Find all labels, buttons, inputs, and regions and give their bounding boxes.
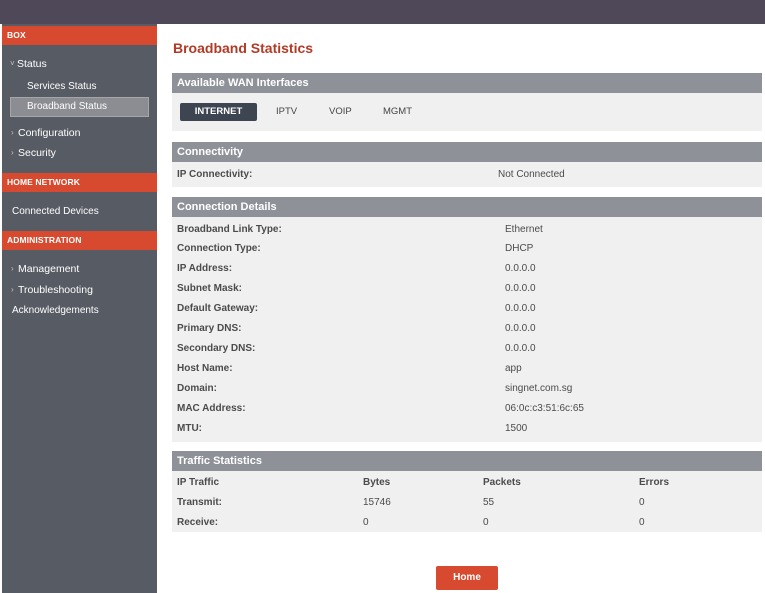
detail-value: 06:0c:c3:51:6c:65 — [505, 403, 584, 414]
detail-value: app — [505, 363, 522, 374]
detail-value: 0.0.0.0 — [505, 323, 536, 334]
detail-value: 0.0.0.0 — [505, 303, 536, 314]
chevron-right-icon: › — [11, 285, 14, 294]
chevron-right-icon: › — [11, 128, 14, 137]
detail-value: DHCP — [505, 243, 534, 254]
detail-label: Primary DNS: — [177, 323, 242, 334]
chevron-right-icon: › — [11, 264, 14, 273]
sidebar: BOX ˅ Status Services Status Broadband St… — [2, 24, 157, 593]
connectivity-header: Connectivity — [172, 142, 762, 162]
page-title: Broadband Statistics — [173, 40, 314, 56]
ip-connectivity-label: IP Connectivity: — [177, 169, 253, 180]
connectivity-panel — [172, 162, 762, 187]
wan-interfaces-panel — [172, 93, 762, 131]
column-header: IP Traffic — [177, 477, 220, 488]
sidebar-item-broadband-status[interactable]: Broadband Status — [10, 97, 149, 117]
detail-value: 0.0.0.0 — [505, 263, 536, 274]
sidebar-item-connected-devices[interactable]: Connected Devices — [12, 205, 99, 219]
sidebar-header-box: BOX — [2, 26, 157, 45]
detail-label: Default Gateway: — [177, 303, 259, 314]
traffic-statistics-header: Traffic Statistics — [172, 451, 762, 471]
chevron-down-icon: ˅ — [10, 59, 15, 68]
wan-interfaces-header: Available WAN Interfaces — [172, 73, 762, 93]
detail-label: Broadband Link Type: — [177, 224, 282, 235]
sidebar-item-configuration[interactable]: › Configuration — [11, 126, 80, 140]
detail-label: Connection Type: — [177, 243, 261, 254]
detail-value: Ethernet — [505, 224, 543, 235]
detail-label: MAC Address: — [177, 403, 246, 414]
chevron-right-icon: › — [11, 148, 14, 157]
detail-label: MTU: — [177, 423, 202, 434]
sidebar-item-services-status[interactable]: Services Status — [27, 80, 96, 94]
sidebar-item-troubleshooting[interactable]: › Troubleshooting — [11, 283, 93, 297]
table-cell: 15746 — [363, 497, 391, 508]
top-bar — [0, 0, 765, 24]
sidebar-item-status[interactable]: ˅ Status — [10, 57, 47, 71]
tab-iptv[interactable]: IPTV — [276, 103, 297, 121]
column-header: Bytes — [363, 477, 391, 488]
table-cell: 0 — [639, 497, 645, 508]
column-header: Packets — [483, 477, 521, 488]
detail-value: 0.0.0.0 — [505, 343, 536, 354]
traffic-statistics-panel — [172, 471, 762, 532]
sidebar-item-label: Security — [18, 147, 56, 159]
sidebar-item-security[interactable]: › Security — [11, 146, 56, 160]
detail-value: 1500 — [505, 423, 528, 434]
table-cell: 0 — [639, 517, 645, 528]
sidebar-header-home-network: HOME NETWORK — [2, 173, 157, 192]
table-cell: Receive: — [177, 517, 219, 528]
home-button[interactable]: Home — [436, 566, 498, 590]
detail-label: Subnet Mask: — [177, 283, 243, 294]
ip-connectivity-value: Not Connected — [498, 169, 565, 180]
table-cell: 55 — [483, 497, 495, 508]
detail-label: IP Address: — [177, 263, 233, 274]
sidebar-item-label: Troubleshooting — [18, 284, 93, 296]
detail-value: singnet.com.sg — [505, 383, 573, 394]
detail-value: 0.0.0.0 — [505, 283, 536, 294]
sidebar-item-label: Management — [18, 263, 80, 275]
table-cell: Transmit: — [177, 497, 223, 508]
detail-label: Domain: — [177, 383, 217, 394]
table-cell: 0 — [363, 517, 369, 528]
sidebar-item-acknowledgements[interactable]: Acknowledgements — [12, 304, 99, 318]
tab-mgmt[interactable]: MGMT — [383, 103, 412, 121]
tab-voip[interactable]: VOIP — [329, 103, 352, 121]
tab-internet[interactable]: INTERNET — [180, 103, 257, 121]
connection-details-header: Connection Details — [172, 197, 762, 217]
detail-label: Secondary DNS: — [177, 343, 256, 354]
sidebar-item-management[interactable]: › Management — [11, 262, 79, 276]
table-cell: 0 — [483, 517, 489, 528]
detail-label: Host Name: — [177, 363, 233, 374]
column-header: Errors — [639, 477, 670, 488]
sidebar-item-label: Status — [17, 58, 47, 70]
sidebar-header-administration: ADMINISTRATION — [2, 231, 157, 250]
sidebar-item-label: Configuration — [18, 127, 81, 139]
